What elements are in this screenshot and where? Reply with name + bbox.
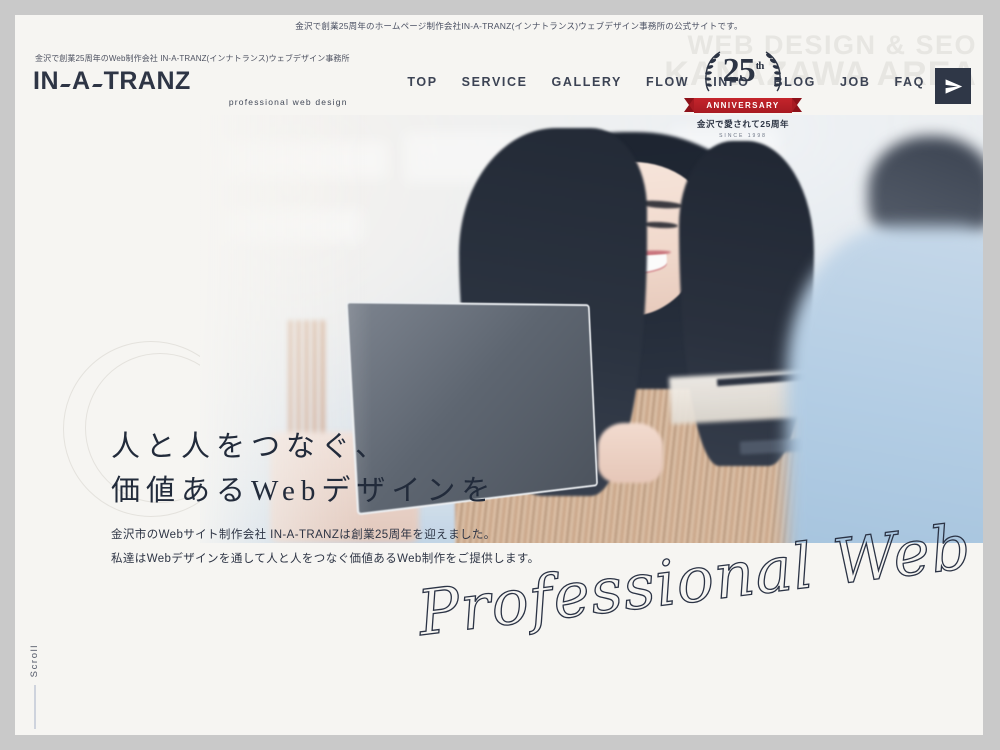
paper-plane-icon [944,77,963,96]
hero-script-lettering: Professional Web Design [415,555,955,665]
logo-separator-icon [92,84,102,87]
photo-second-person-body [787,226,983,543]
top-announcement-text: 金沢で創業25周年のホームページ制作会社IN-A-TRANZ(インナトランス)ウ… [295,20,742,32]
badge-japanese-text: 金沢で愛されて25周年 [687,118,799,130]
logo-text-tranz: TRANZ [104,69,191,94]
scroll-indicator: Scroll [29,644,40,729]
badge-wreath-row: 25th [687,45,799,97]
nav-item-faq[interactable]: FAQ [895,75,926,89]
top-announcement-bar: 金沢で創業25周年のホームページ制作会社IN-A-TRANZ(インナトランス)ウ… [15,15,983,37]
hero-headline-line-2: 価値あるWebデザインを [111,469,496,513]
brand-logo[interactable]: 金沢で創業25周年のWeb制作会社 IN-A-TRANZ(インナトランス)ウェブ… [33,53,350,107]
logo-text-in: IN [33,69,59,94]
badge-number: 25th [723,54,764,88]
logo-subtitle: professional web design [33,97,350,107]
hero-lead-line-2: 私達はWebデザインを通して人と人をつなぐ価値あるWeb制作をご提供します。 [111,547,540,571]
badge-since-text: SINCE 1998 [687,133,799,139]
laurel-left-icon [701,50,723,92]
nav-item-gallery[interactable]: GALLERY [552,75,622,89]
anniversary-badge: 25th ANNIVERSARY 金沢で愛されて25周年 SINCE 1998 [687,45,799,145]
logo-wordmark: IN A TRANZ [33,69,350,94]
nav-item-top[interactable]: TOP [407,75,437,89]
scroll-line [34,685,36,729]
hero-lead-line-1: 金沢市のWebサイト制作会社 IN-A-TRANZは創業25周年を迎えました。 [111,523,540,547]
site-header: 金沢で創業25周年のWeb制作会社 IN-A-TRANZ(インナトランス)ウェブ… [15,37,983,115]
hero-headline-line-1: 人と人をつなぐ、 [111,425,496,469]
main-navigation: TOP SERVICE GALLERY FLOW INFO BLOG JOB F… [407,75,925,89]
badge-ribbon-label: ANNIVERSARY [706,101,779,110]
photo-hand [598,423,663,483]
hero-headline: 人と人をつなぐ、 価値あるWebデザインを [111,425,496,513]
scroll-label: Scroll [29,644,40,677]
brand-tagline: 金沢で創業25周年のWeb制作会社 IN-A-TRANZ(インナトランス)ウェブ… [35,53,350,64]
logo-separator-icon [60,84,70,87]
nav-item-flow[interactable]: FLOW [646,75,689,89]
badge-ribbon: ANNIVERSARY [694,98,792,113]
photo-second-person [795,115,983,543]
logo-text-a: A [72,69,91,94]
laurel-right-icon [763,50,785,92]
nav-item-service[interactable]: SERVICE [462,75,528,89]
contact-button[interactable] [935,68,971,104]
browser-viewport: 金沢で創業25周年のホームページ制作会社IN-A-TRANZ(インナトランス)ウ… [15,15,983,735]
nav-item-job[interactable]: JOB [840,75,871,89]
hero-lead-text: 金沢市のWebサイト制作会社 IN-A-TRANZは創業25周年を迎えました。 … [111,523,540,571]
